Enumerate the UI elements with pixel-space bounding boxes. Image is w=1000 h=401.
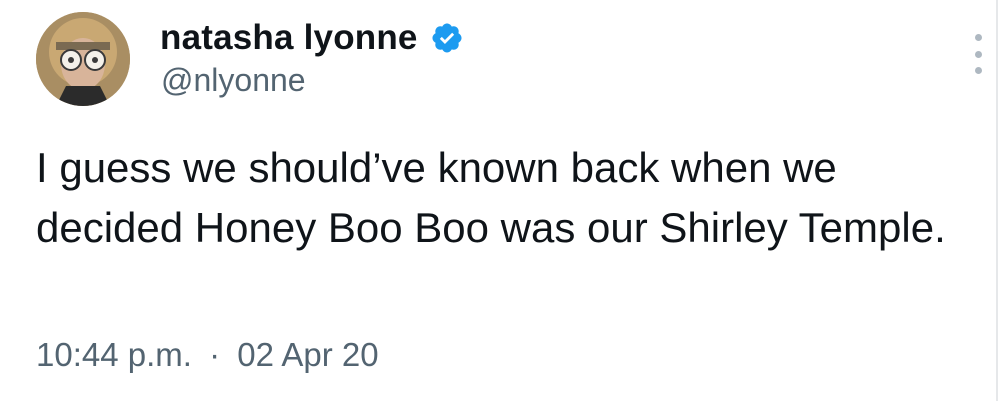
verified-badge-icon: [430, 21, 464, 55]
card-edge-divider: [996, 0, 998, 401]
author-handle[interactable]: @nlyonne: [161, 62, 306, 99]
tweet-date: 02 Apr 20: [237, 336, 379, 373]
more-dot: [974, 34, 982, 41]
timestamp-separator: ·: [209, 336, 221, 373]
more-options-icon[interactable]: [966, 34, 990, 74]
more-dot: [974, 50, 982, 58]
author-name-row: natasha lyonne: [160, 16, 464, 60]
more-dot: [974, 67, 982, 74]
avatar-image: [36, 12, 130, 106]
author-avatar[interactable]: [36, 12, 130, 106]
tweet-text: I guess we should’ve known back when we …: [36, 144, 946, 251]
tweet-time: 10:44 p.m.: [36, 336, 192, 373]
author-display-name[interactable]: natasha lyonne: [160, 18, 418, 58]
tweet-card: natasha lyonne @nlyonne I guess we shoul…: [0, 0, 1000, 401]
tweet-timestamp[interactable]: 10:44 p.m. · 02 Apr 20: [36, 336, 379, 374]
